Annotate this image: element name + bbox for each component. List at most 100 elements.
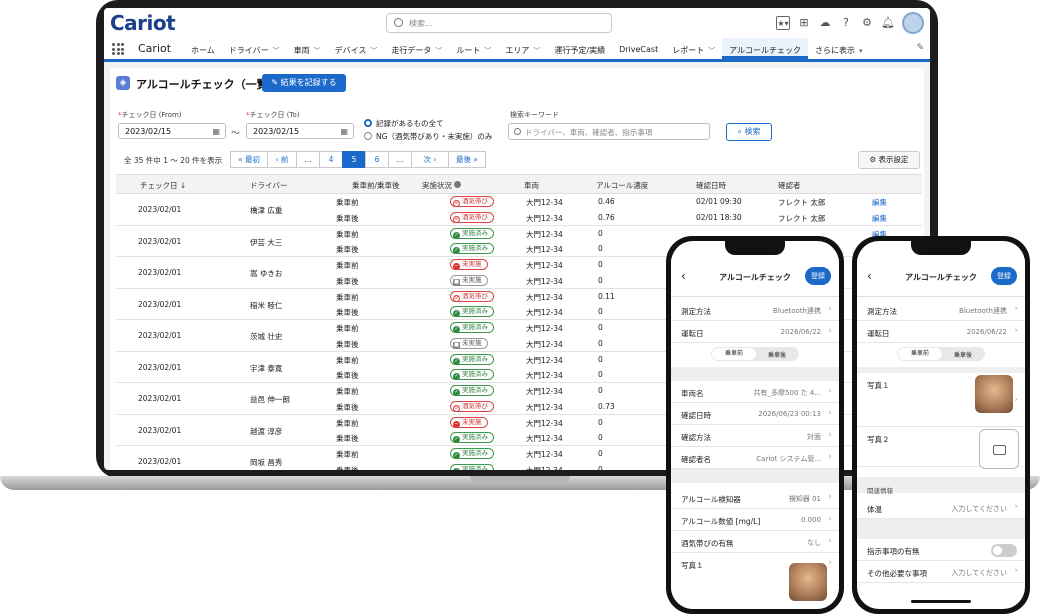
nav-item-device[interactable]: デバイス ﹀ [328,38,385,59]
pencil-edit-icon[interactable]: ✎ [916,43,924,53]
row-drive-date[interactable]: 運転日 2026/06/22 › [857,321,1025,343]
cell-alcohol: 0 [598,386,603,395]
status-label: 酒気帯び [462,197,488,205]
record-result-button[interactable]: ✎ 結果を記録する [262,74,346,92]
view-settings-button[interactable]: ⚙ 表示設定 [858,151,920,169]
page-prev-button[interactable]: ‹ 前 [267,151,297,168]
app-launcher-icon[interactable] [112,43,124,55]
nav-label: さらに表示 [814,46,855,55]
status-icon: ⊘ [453,404,460,412]
calendar-icon[interactable]: ▦ [340,127,348,136]
chevron-down-icon: ▾ [858,47,863,55]
nav-item-area[interactable]: エリア ﹀ [498,38,547,59]
view-settings-label: 表示設定 [878,155,909,164]
cell-phase: 乗車後 [336,434,359,443]
favorites-star-icon[interactable]: ★▾ [776,16,790,30]
cell-alcohol: 0 [598,464,603,471]
status-badge: − 未実施 [450,416,488,428]
bell-icon[interactable]: 🔔︎ [881,16,895,30]
phase-segmented-control[interactable]: 乗車前 乗車後 [897,347,985,361]
nav-item-report[interactable]: レポート ﹀ [665,38,722,59]
row-drive-date[interactable]: 運転日 2026/06/22 › [671,321,839,343]
edit-link[interactable]: 編集 [872,197,887,208]
page-4-button[interactable]: 4 [319,151,343,168]
row-value: 入力してください [951,569,1007,577]
row-intoxicated[interactable]: 酒気帯びの有無 なし › [671,531,839,553]
page-first-button[interactable]: « 最初 [230,151,268,168]
row-checker-name[interactable]: 確認者名 Cariot システム管... › [671,447,839,469]
date-to-input[interactable]: 2023/02/15 ▦ [246,123,354,139]
radio-ng-only[interactable]: NG（酒気帯びあり・未実施）のみ [364,131,492,142]
nav-item-drivecast[interactable]: DriveCast [612,38,665,59]
row-measure-method[interactable]: 測定方法 Bluetooth連携 › [671,299,839,321]
date-from-input[interactable]: 2023/02/15 ▦ [118,123,226,139]
gear-icon[interactable]: ⚙ [860,16,874,30]
row-detector[interactable]: アルコール検知器 検知器 01 › [671,487,839,509]
row-key: 確認日時 [681,411,711,420]
cell-phase: 乗車後 [336,402,359,412]
status-icon: ✓ [453,452,460,459]
status-label: 未実施 [462,417,482,426]
row-confirm-method[interactable]: 確認方法 対面 › [671,425,839,447]
page-next-button[interactable]: 次 › [411,151,449,168]
chevron-down-icon: ﹀ [370,47,378,55]
table-row-group: 2023/02/01 橋津 広重 乗車前 ⊘ 酒気帯び 大門12-34 0.46 02/01 … [116,194,922,226]
row-temperature[interactable]: 体温 入力してください › [857,497,1025,519]
row-instructions-toggle[interactable]: 指示事項の有無 [857,539,1025,561]
status-icon: − [453,263,460,270]
page-5-button[interactable]: 5 [342,151,366,168]
nav-item-driver[interactable]: ドライバー ﹀ [222,38,287,59]
add-plus-icon[interactable]: ⊞ [797,16,811,30]
nav-item-route[interactable]: ルート ﹀ [449,38,498,59]
nav-item-more[interactable]: さらに表示 ▾ [808,38,870,59]
register-button[interactable]: 登録 [805,267,831,285]
edit-link[interactable]: 編集 [872,213,887,224]
row-key: 体温 [867,505,882,514]
status-label: 酒気帯び [462,212,488,221]
row-confirm-time[interactable]: 確認日時 2026/06/23 00:13 › [671,403,839,425]
nav-item-alcohol-check[interactable]: アルコールチェック [722,38,808,59]
camera-icon [993,445,1006,455]
photo-thumbnail[interactable] [975,375,1013,413]
page-6-button[interactable]: 6 [365,151,389,168]
row-vehicle[interactable]: 車両名 共有_多摩500 た 4... › [671,381,839,403]
segment-before[interactable]: 乗車前 [712,348,756,360]
segment-after[interactable]: 乗車後 [941,350,985,359]
row-key: 写真１ [867,381,890,390]
pagination: « 最初 ‹ 前 ... 4 5 6 ... 次 › 最後 » [230,151,486,168]
calendar-icon[interactable]: ▦ [212,127,220,136]
col-check-date[interactable]: チェック日 ↓ [140,180,186,191]
user-avatar[interactable] [902,12,924,34]
segment-after[interactable]: 乗車後 [755,350,799,359]
chevron-right-icon: › [828,536,832,546]
nav-item-schedule[interactable]: 運行予定/実績 [547,38,612,59]
date-from-label: *チェック日 (From) [118,111,182,119]
page-ellipsis: ... [296,151,320,168]
help-icon[interactable]: ? [839,16,853,30]
row-measure-method[interactable]: 測定方法 Bluetooth連携 › [857,299,1025,321]
nav-item-vehicle[interactable]: 車両 ﹀ [287,38,328,59]
nav-item-drive-data[interactable]: 走行データ ﹀ [384,38,449,59]
global-search-input[interactable]: 検索... [386,13,612,33]
add-photo-button[interactable] [979,429,1019,469]
cloud-icon[interactable]: ☁ [818,16,832,30]
phone-notch [725,241,785,255]
photo-thumbnail[interactable] [789,563,827,601]
keyword-search-input[interactable]: ドライバー、車両、確認者、指示事項 [508,123,710,140]
status-badge: ✓実施済み [450,322,494,333]
cell-phase: 乗車前 [336,387,359,396]
instructions-toggle[interactable] [991,544,1017,557]
phase-segmented-control[interactable]: 乗車前 乗車後 [711,347,799,361]
register-button[interactable]: 登録 [991,267,1017,285]
cell-vehicle: 大門12-34 [526,198,563,207]
page-last-button[interactable]: 最後 » [448,151,486,168]
row-other-items[interactable]: その他必要な事項 入力してください › [857,561,1025,583]
row-alcohol-value[interactable]: アルコール数値 [mg/L] 0.000 › [671,509,839,531]
cell-vehicle: 大門12-34 [526,418,563,428]
nav-item-home[interactable]: ホーム [184,38,222,59]
segment-before[interactable]: 乗車前 [898,348,942,360]
info-icon[interactable] [454,181,462,188]
status-badge: ✓実施済み [450,227,494,239]
radio-all-records[interactable]: 記録があるもの全て [364,118,444,129]
search-button[interactable]: ⌕ 検索 [726,123,772,141]
